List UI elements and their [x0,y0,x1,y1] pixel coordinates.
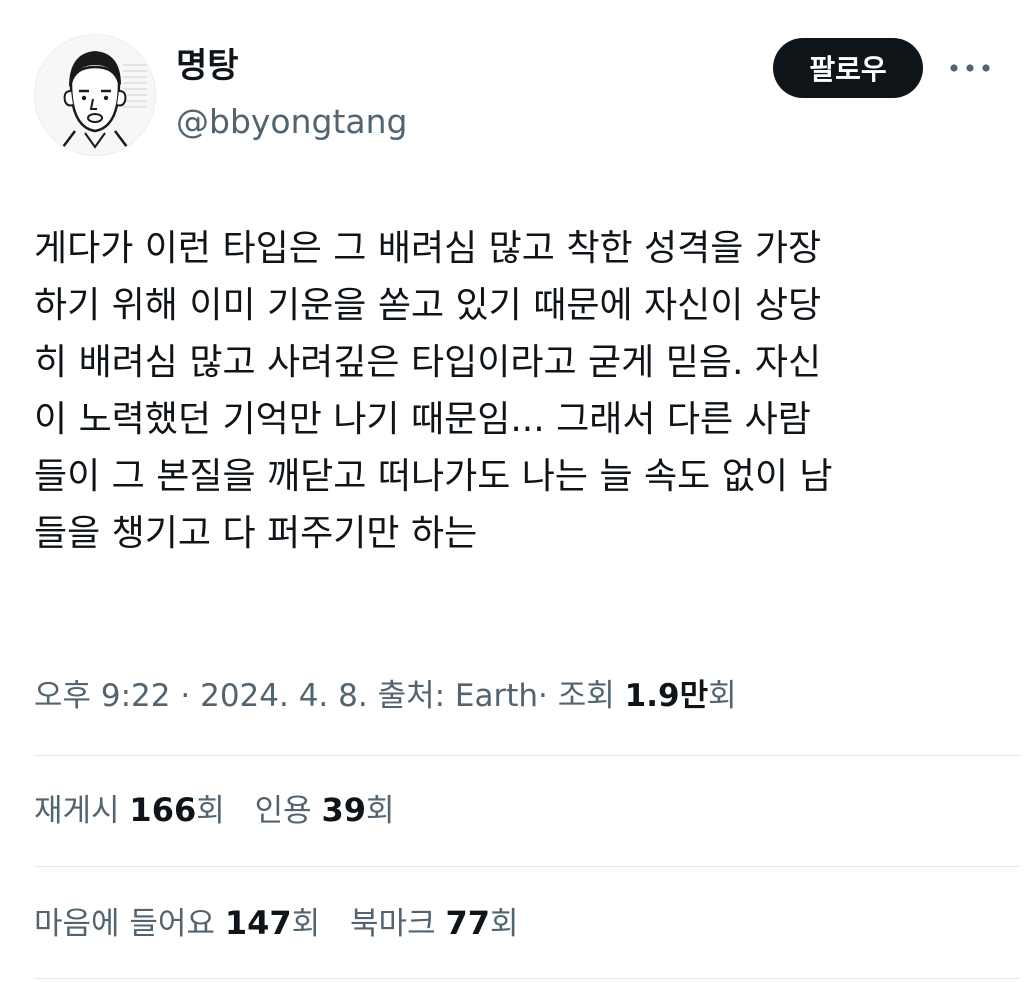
views-suffix: 회 [708,678,737,714]
avatar-illustration [35,35,155,155]
tweet-line: 히 배려심 많고 사려깊은 타입이라고 굳게 믿음. 자신 [34,342,822,383]
likes-label: 마음에 들어요 [34,906,215,942]
tweet-line: 이 노력했던 기억만 나기 때문임... 그래서 다른 사람 [34,399,811,440]
bookmarks-count: 77 [445,904,490,942]
retweets-label: 재게시 [34,793,120,829]
display-name[interactable]: 명탕 [176,44,239,88]
retweets-stat[interactable]: 재게시 166회 [34,791,225,829]
views-count: 1.9만 [624,678,709,714]
divider [34,866,1020,867]
more-icon [950,64,990,72]
count-suffix: 회 [366,793,395,829]
tweet-line: 하기 위해 이미 기운을 쏟고 있기 때문에 자신이 상당 [34,285,822,326]
quotes-label: 인용 [254,793,312,829]
likes-count: 147 [224,904,292,942]
quotes-stat[interactable]: 인용 39회 [254,791,395,829]
meta-separator: · [538,678,548,714]
user-handle[interactable]: @bbyongtang [176,100,408,144]
count-suffix: 회 [489,906,519,942]
tweet-line: 들이 그 본질을 깨닫고 떠나가도 나는 늘 속도 없이 남 [34,456,833,497]
avatar[interactable] [34,34,156,156]
tweet-text: 게다가 이런 타입은 그 배려심 많고 착한 성격을 가장 하기 위해 이미 기… [34,220,999,562]
tweet-source: 출처: Earth [377,678,539,714]
like-bookmark-stats: 마음에 들어요 147회 북마크 77회 [34,893,519,954]
retweets-count: 166 [129,791,197,829]
more-options-button[interactable] [940,48,1000,88]
tweet-line: 들을 챙기고 다 퍼주기만 하는 [34,513,478,554]
count-suffix: 회 [196,793,225,829]
divider [34,978,1020,979]
follow-button[interactable]: 팔로우 [773,38,923,98]
likes-stat[interactable]: 마음에 들어요 147회 [34,904,321,942]
count-suffix: 회 [291,906,321,942]
quotes-count: 39 [321,791,367,829]
tweet-time[interactable]: 오후 9:22 [34,678,171,714]
tweet-line: 게다가 이런 타입은 그 배려심 많고 착한 성격을 가장 [34,228,822,269]
retweet-quote-stats: 재게시 166회 인용 39회 [34,780,395,841]
bookmarks-label: 북마크 [350,906,436,942]
views-label: 조회 [557,678,615,714]
bookmarks-stat[interactable]: 북마크 77회 [350,904,519,942]
tweet-date[interactable]: 2024. 4. 8. [200,678,368,714]
meta-separator: · [180,678,191,714]
tweet-meta: 오후 9:22 · 2024. 4. 8. 출처: Earth· 조회 1.9만… [34,668,737,724]
divider [34,755,1020,756]
